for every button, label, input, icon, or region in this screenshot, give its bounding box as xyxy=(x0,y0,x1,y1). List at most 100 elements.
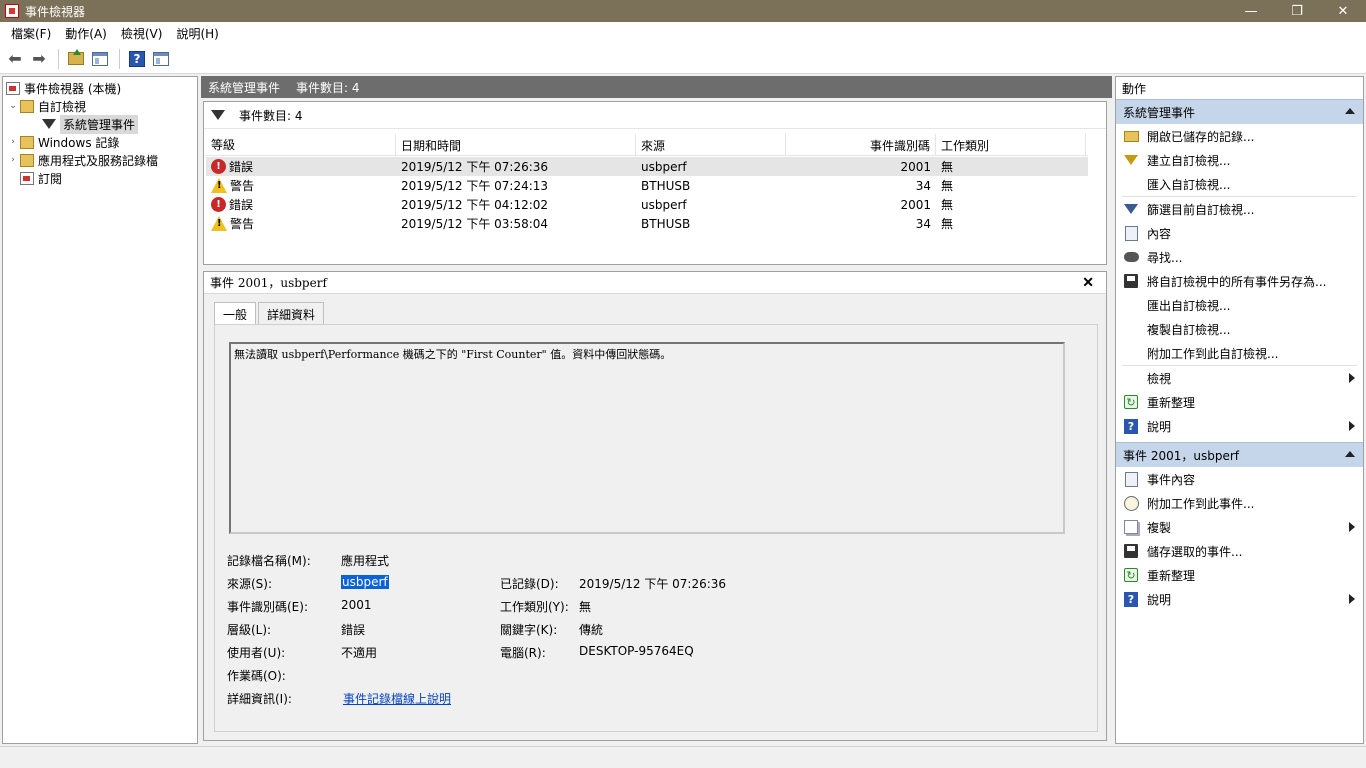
chevron-right-icon[interactable]: › xyxy=(6,155,20,165)
action-label: 複製自訂檢視... xyxy=(1147,322,1231,337)
row-source: BTHUSB xyxy=(641,216,691,231)
filter-icon xyxy=(1124,204,1138,214)
action-attach-task-event[interactable]: 附加工作到此事件... xyxy=(1116,491,1363,515)
back-button[interactable]: ⬅ xyxy=(4,48,26,70)
event-description[interactable]: 無法讀取 usbperf\Performance 機碼之下的 "First Co… xyxy=(229,342,1065,534)
value-source[interactable]: usbperf xyxy=(341,575,389,589)
help-icon: ? xyxy=(1124,418,1138,434)
action-label: 重新整理 xyxy=(1147,568,1196,583)
action-import-custom-view[interactable]: 匯入自訂檢視... xyxy=(1116,172,1363,196)
action-label: 複製 xyxy=(1147,520,1172,535)
action-view[interactable]: 檢視 xyxy=(1116,366,1363,390)
help-button[interactable]: ? xyxy=(126,48,148,70)
tree-item-root[interactable]: 事件檢視器 (本機) xyxy=(3,79,197,97)
row-level: 錯誤 xyxy=(229,160,254,174)
action-filter-current-view[interactable]: 篩選目前自訂檢視... xyxy=(1116,197,1363,221)
folder-icon xyxy=(20,99,34,113)
action-find[interactable]: 尋找... xyxy=(1116,245,1363,269)
action-refresh[interactable]: ↻ 重新整理 xyxy=(1116,390,1363,414)
tree-item-label: Windows 記錄 xyxy=(38,135,120,150)
detail-header: 事件 2001，usbperf ✕ xyxy=(204,272,1106,294)
save-icon xyxy=(1124,274,1138,288)
action-label: 重新整理 xyxy=(1147,395,1196,410)
event-viewer-icon xyxy=(6,81,20,95)
window-title: 事件檢視器 xyxy=(25,4,86,19)
forward-button[interactable]: ➡ xyxy=(28,48,50,70)
menu-help[interactable]: 說明(H) xyxy=(169,25,225,42)
table-row[interactable]: ! 錯誤 2019/5/12 下午 07:26:36 usbperf 2001 無 xyxy=(206,157,1088,176)
value-logged: 2019/5/12 下午 07:26:36 xyxy=(579,577,727,591)
action-properties[interactable]: 內容 xyxy=(1116,221,1363,245)
tree-item-custom-views[interactable]: ⌄ 自訂檢視 xyxy=(3,97,197,115)
task-clock-icon xyxy=(1123,495,1139,511)
submenu-arrow-icon xyxy=(1349,421,1355,431)
toolbar-separator xyxy=(119,48,120,69)
column-event-id[interactable]: 事件識別碼 xyxy=(786,134,936,155)
column-task-category[interactable]: 工作類別 xyxy=(936,134,1086,155)
action-event-properties[interactable]: 事件內容 xyxy=(1116,467,1363,491)
row-event-id: 34 xyxy=(915,216,931,231)
action-copy-custom-view[interactable]: 複製自訂檢視... xyxy=(1116,317,1363,341)
action-create-custom-view[interactable]: 建立自訂檢視... xyxy=(1116,148,1363,172)
row-task: 無 xyxy=(941,217,954,231)
row-datetime: 2019/5/12 下午 07:26:36 xyxy=(401,160,549,174)
copy-icon xyxy=(1124,520,1138,534)
close-detail-button[interactable]: ✕ xyxy=(1082,275,1094,291)
tree-item-subscriptions[interactable]: 訂閱 xyxy=(3,169,197,187)
action-save-selected-events[interactable]: 儲存選取的事件... xyxy=(1116,539,1363,563)
column-source[interactable]: 來源 xyxy=(636,134,786,155)
close-button[interactable]: ✕ xyxy=(1320,0,1366,22)
show-hide-console-tree-button[interactable] xyxy=(89,48,111,70)
action-copy[interactable]: 複製 xyxy=(1116,515,1363,539)
show-hide-action-pane-button[interactable] xyxy=(150,48,172,70)
column-headers: 等級 日期和時間 來源 事件識別碼 工作類別 xyxy=(206,134,1088,156)
tree-item-admin-events[interactable]: 系統管理事件 xyxy=(3,114,197,134)
menu-view[interactable]: 檢視(V) xyxy=(114,25,170,42)
maximize-button[interactable]: ❐ xyxy=(1274,0,1320,22)
collapse-icon[interactable] xyxy=(1345,451,1355,457)
tab-details[interactable]: 詳細資料 xyxy=(258,302,325,324)
chevron-right-icon[interactable]: › xyxy=(6,137,20,147)
value-event-id: 2001 xyxy=(341,598,372,612)
row-datetime: 2019/5/12 下午 03:58:04 xyxy=(401,217,549,231)
section-admin-events[interactable]: 系統管理事件 xyxy=(1116,99,1363,124)
column-datetime[interactable]: 日期和時間 xyxy=(396,134,636,155)
label-task: 工作類別(Y): xyxy=(500,600,569,614)
row-event-id: 2001 xyxy=(900,197,931,212)
tab-general[interactable]: 一般 xyxy=(214,302,257,324)
table-row[interactable]: 警告 2019/5/12 下午 03:58:04 BTHUSB 34 無 xyxy=(206,214,1088,233)
label-computer: 電腦(R): xyxy=(500,646,546,660)
tree-item-app-service-logs[interactable]: › 應用程式及服務記錄檔 xyxy=(3,151,197,169)
event-properties-icon xyxy=(1124,471,1138,487)
table-row[interactable]: 警告 2019/5/12 下午 07:24:13 BTHUSB 34 無 xyxy=(206,176,1088,195)
section-title: 系統管理事件 xyxy=(1123,105,1196,120)
action-label: 事件內容 xyxy=(1147,472,1196,487)
error-icon: ! xyxy=(211,159,226,174)
chevron-down-icon[interactable]: ⌄ xyxy=(6,101,20,111)
action-label: 篩選目前自訂檢視... xyxy=(1147,202,1255,217)
submenu-arrow-icon xyxy=(1349,594,1355,604)
table-row[interactable]: ! 錯誤 2019/5/12 下午 04:12:02 usbperf 2001 無 xyxy=(206,195,1088,214)
row-datetime: 2019/5/12 下午 04:12:02 xyxy=(401,198,549,212)
folder-icon xyxy=(20,153,34,167)
row-datetime: 2019/5/12 下午 07:24:13 xyxy=(401,179,549,193)
tree-item-windows-logs[interactable]: › Windows 記錄 xyxy=(3,133,197,151)
minimize-button[interactable]: — xyxy=(1228,0,1274,22)
menu-file[interactable]: 檔案(F) xyxy=(4,25,58,42)
center-header: 系統管理事件 事件數目: 4 xyxy=(201,76,1112,98)
up-one-level-button[interactable] xyxy=(65,48,87,70)
menu-action[interactable]: 動作(A) xyxy=(58,25,114,42)
action-help[interactable]: ? 說明 xyxy=(1116,414,1363,438)
section-selected-event[interactable]: 事件 2001，usbperf xyxy=(1116,442,1363,467)
online-help-link[interactable]: 事件記錄檔線上說明 xyxy=(343,690,451,707)
action-pane-icon xyxy=(153,51,169,66)
filter-count: 事件數目: 4 xyxy=(239,108,303,123)
action-attach-task-view[interactable]: 附加工作到此自訂檢視... xyxy=(1116,341,1363,365)
collapse-icon[interactable] xyxy=(1345,108,1355,114)
action-open-saved-log[interactable]: 開啟已儲存的記錄... xyxy=(1116,124,1363,148)
action-export-custom-view[interactable]: 匯出自訂檢視... xyxy=(1116,293,1363,317)
column-level[interactable]: 等級 xyxy=(206,134,396,155)
action-help-event[interactable]: ? 說明 xyxy=(1116,587,1363,611)
action-refresh-event[interactable]: ↻ 重新整理 xyxy=(1116,563,1363,587)
action-save-all-events[interactable]: 將自訂檢視中的所有事件另存為... xyxy=(1116,269,1363,293)
